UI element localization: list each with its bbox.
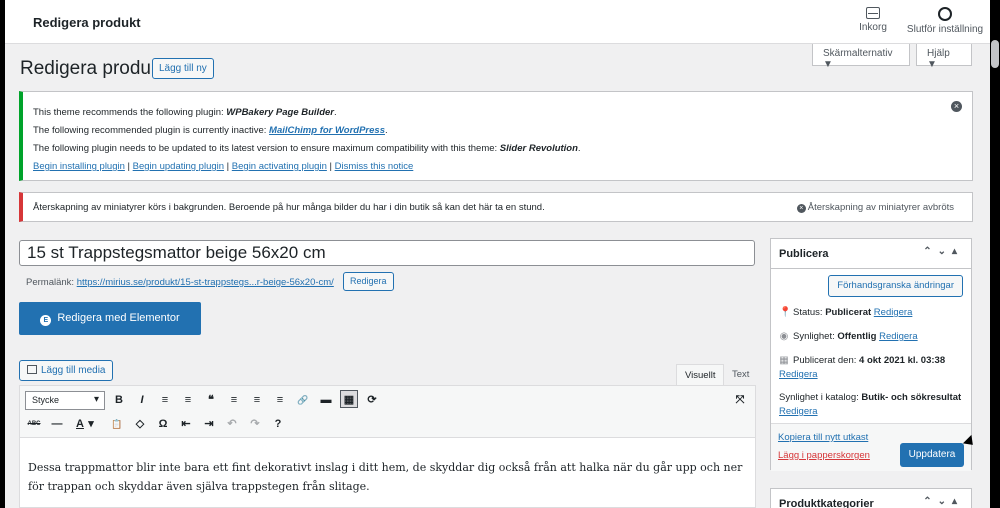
media-icon	[27, 365, 37, 374]
outdent-icon[interactable]: ⇤	[177, 415, 195, 433]
refresh-icon[interactable]: ⟳	[363, 391, 381, 409]
box-arrows-icon[interactable]: ⌃⌄▴	[923, 246, 963, 257]
publish-box-header: Publicera ⌃⌄▴	[771, 239, 971, 269]
thumbnail-message: Återskapning av miniatyrer körs i bakgru…	[33, 202, 545, 213]
close-icon: ×	[796, 204, 806, 213]
thumbnail-notice: Återskapning av miniatyrer körs i bakgru…	[19, 192, 973, 222]
paste-text-icon[interactable]: 📋	[108, 415, 126, 433]
visibility-row: ◉ Synlighet: Offentlig Redigera	[779, 331, 918, 342]
begin-updating-link[interactable]: Begin updating plugin	[133, 161, 224, 172]
status-row: 📍 Status: Publicerat Redigera	[779, 307, 913, 318]
publish-box: Publicera ⌃⌄▴ Förhandsgranska ändringar …	[770, 238, 972, 471]
begin-activating-link[interactable]: Begin activating plugin	[232, 161, 327, 172]
catalog-edit-link[interactable]: Redigera	[779, 406, 818, 417]
permalink: Permalänk: https://mirius.se/produkt/15-…	[26, 277, 334, 288]
redo-icon[interactable]: ↷	[246, 415, 264, 433]
editor-content[interactable]: Dessa trappmattor blir inte bara ett fin…	[28, 458, 748, 496]
page-title: Redigera produkt	[20, 58, 166, 79]
permalink-url[interactable]: https://mirius.se/produkt/15-st-trappste…	[77, 277, 334, 288]
link-icon[interactable]: 🔗	[294, 391, 312, 409]
finish-setup-label: Slutför inställning	[906, 24, 984, 35]
post-title-input[interactable]: 15 st Trappstegsmattor beige 56x20 cm	[19, 240, 755, 266]
format-select[interactable]: Stycke	[25, 391, 105, 410]
plugin-notice: This theme recommends the following plug…	[19, 91, 973, 181]
permalink-edit-button[interactable]: Redigera	[343, 272, 394, 291]
calendar-icon: ▦	[779, 355, 789, 366]
italic-icon[interactable]: I	[133, 391, 151, 409]
categories-box-header: Produktkategorier ⌃⌄▴	[779, 496, 963, 508]
clear-formatting-icon[interactable]: ◇	[131, 415, 149, 433]
scrollbar-thumb[interactable]	[991, 40, 999, 68]
copy-to-draft-link[interactable]: Kopiera till nytt utkast	[778, 432, 868, 443]
published-edit-link[interactable]: Redigera	[779, 369, 818, 380]
help-icon[interactable]: ?	[269, 415, 287, 433]
align-right-icon[interactable]: ≡	[271, 391, 289, 409]
toolbar-toggle-icon[interactable]: ▦	[340, 390, 358, 408]
circle-icon	[938, 7, 952, 21]
undo-icon[interactable]: ↶	[223, 415, 241, 433]
content-editor: Stycke B I ≡ ≡ ❝ ≡ ≡ ≡ 🔗 ▬ ▦ ⟳ ⤧ ABC — A…	[19, 385, 756, 508]
product-categories-box: Produktkategorier ⌃⌄▴	[770, 488, 972, 508]
align-center-icon[interactable]: ≡	[248, 391, 266, 409]
read-more-icon[interactable]: ▬	[317, 391, 335, 409]
dismiss-notice-link[interactable]: Dismiss this notice	[335, 161, 414, 172]
notice-actions: Begin installing plugin | Begin updating…	[33, 161, 414, 172]
indent-icon[interactable]: ⇥	[200, 415, 218, 433]
topbar-title: Redigera produkt	[33, 15, 141, 30]
strikethrough-icon[interactable]: ABC	[25, 415, 43, 433]
eye-icon: ◉	[779, 331, 789, 342]
preview-changes-button[interactable]: Förhandsgranska ändringar	[828, 275, 963, 297]
screen-options-button[interactable]: Skärmalternativ ▼	[812, 44, 910, 70]
publish-actions: Kopiera till nytt utkast Lägg i pappersk…	[771, 423, 971, 471]
categories-arrows-icon[interactable]: ⌃⌄▴	[923, 496, 963, 507]
blockquote-icon[interactable]: ❝	[202, 391, 220, 409]
help-button[interactable]: Hjälp ▼	[916, 44, 972, 70]
frame-right	[990, 0, 1000, 508]
special-character-icon[interactable]: Ω	[154, 415, 172, 433]
inbox-icon	[866, 7, 880, 19]
mailchimp-link[interactable]: MailChimp for WordPress	[269, 125, 385, 136]
tab-text[interactable]: Text	[724, 364, 757, 386]
published-row: ▦ Publicerat den: 4 okt 2021 kl. 03:38 Red…	[779, 355, 946, 380]
bullet-list-icon[interactable]: ≡	[156, 391, 174, 409]
inbox-label: Inkorg	[859, 22, 887, 33]
editor-toolbar: Stycke B I ≡ ≡ ❝ ≡ ≡ ≡ 🔗 ▬ ▦ ⟳ ⤧ ABC — A…	[20, 386, 755, 438]
visibility-edit-link[interactable]: Redigera	[879, 331, 918, 342]
notice-line-1: This theme recommends the following plug…	[33, 107, 337, 118]
pin-icon: 📍	[779, 307, 792, 318]
numbered-list-icon[interactable]: ≡	[179, 391, 197, 409]
horizontal-line-icon[interactable]: —	[48, 415, 66, 433]
elementor-icon: E	[40, 315, 52, 326]
catalog-visibility-row: Synlighet i katalog: Butik- och sökresul…	[779, 392, 962, 417]
begin-installing-link[interactable]: Begin installing plugin	[33, 161, 125, 172]
notice-line-2: The following recommended plugin is curr…	[33, 125, 388, 136]
tab-visual[interactable]: Visuellt	[676, 364, 725, 386]
status-edit-link[interactable]: Redigera	[874, 307, 913, 318]
top-bar: Redigera produkt Inkorg Slutför inställn…	[5, 0, 990, 44]
align-left-icon[interactable]: ≡	[225, 391, 243, 409]
move-to-trash-link[interactable]: Lägg i papperskorgen	[778, 450, 870, 461]
finish-setup-button[interactable]: Slutför inställning	[905, 7, 985, 35]
update-button[interactable]: Uppdatera	[900, 443, 964, 467]
chevron-down-icon[interactable]: ▾	[86, 415, 96, 433]
add-media-button[interactable]: Lägg till media	[19, 360, 114, 381]
dismiss-x-icon[interactable]: ×	[951, 101, 962, 112]
thumbnail-abort-link[interactable]: × Återskapning av miniatyrer avbröts	[796, 202, 954, 213]
frame-left	[0, 0, 5, 508]
bold-icon[interactable]: B	[110, 391, 128, 409]
notice-line-3: The following plugin needs to be updated…	[33, 143, 581, 154]
edit-with-elementor-button[interactable]: E Redigera med Elementor	[19, 302, 201, 335]
fullscreen-icon[interactable]: ⤧	[731, 391, 749, 409]
add-new-button[interactable]: Lägg till ny	[152, 58, 214, 79]
inbox-button[interactable]: Inkorg	[853, 7, 893, 33]
